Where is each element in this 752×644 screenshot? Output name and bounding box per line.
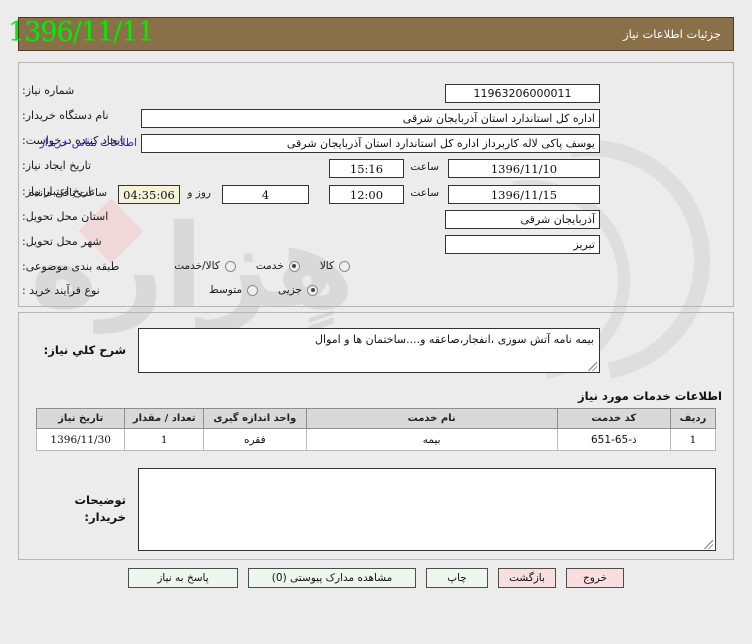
city-value[interactable]: تبریز xyxy=(445,235,600,254)
table-header-row: ردیف کد خدمت نام خدمت واحد اندازه گیری ت… xyxy=(37,409,716,429)
days-and-label: روز و xyxy=(182,187,216,199)
radio-category-kala-khedmat[interactable]: کالا/خدمت xyxy=(174,260,236,272)
field-need-number: شماره نیاز: xyxy=(18,84,136,97)
need-number-label: شماره نیاز: xyxy=(18,84,136,97)
col-code: کد خدمت xyxy=(557,409,670,429)
action-button-bar: خروج بازگشت چاپ مشاهده مدارک پیوستی (0) … xyxy=(0,568,752,588)
need-details-page: هزاره گستران جزئیات اطلاعات نیاز 1396/11… xyxy=(0,0,752,644)
resize-grip-icon[interactable] xyxy=(704,540,713,549)
radio-circle-selected-icon xyxy=(289,261,300,272)
valid-time-value[interactable]: 12:00 xyxy=(329,185,404,204)
created-date-value[interactable]: 1396/11/10 xyxy=(448,159,600,178)
process-type-radio-group: جزیی متوسط xyxy=(189,284,600,296)
countdown-timer: 04:35:06 xyxy=(118,185,180,204)
buyer-notes-label: توضیحات خریدار: xyxy=(75,492,127,527)
cell-index: 1 xyxy=(670,429,715,451)
description-label: شرح کلي نیاز: xyxy=(44,343,126,357)
radio-label-motevaset: متوسط xyxy=(209,284,242,296)
cell-quantity: 1 xyxy=(125,429,204,451)
field-buyer-org: نام دستگاه خریدار: xyxy=(18,109,136,122)
field-process-type: نوع فرآیند خرید : xyxy=(18,284,136,297)
radio-circle-icon xyxy=(339,261,350,272)
created-time-value[interactable]: 15:16 xyxy=(329,159,404,178)
page-title: جزئیات اطلاعات نیاز xyxy=(623,27,721,41)
province-label: استان محل تحویل: xyxy=(18,210,136,223)
description-text: بیمه نامه آتش سوزی ،انفجار،صاعقه و....سا… xyxy=(315,333,594,346)
buyer-notes-label-line2: خریدار: xyxy=(75,509,127,526)
radio-label-jozii: جزیی xyxy=(278,284,302,296)
requester-value[interactable]: یوسف پاکی لاله کاربرداز اداره کل استاندا… xyxy=(141,134,600,153)
services-table: ردیف کد خدمت نام خدمت واحد اندازه گیری ت… xyxy=(36,408,716,451)
radio-process-motevaset[interactable]: متوسط xyxy=(209,284,258,296)
buyer-org-label: نام دستگاه خریدار: xyxy=(18,109,136,122)
answer-need-button[interactable]: پاسخ به نیاز xyxy=(128,568,238,588)
radio-category-khedmat[interactable]: خدمت xyxy=(256,260,300,272)
category-radio-group: کالا خدمت کالا/خدمت xyxy=(154,260,600,272)
col-name: نام خدمت xyxy=(306,409,557,429)
radio-label-kala: کالا xyxy=(320,260,334,272)
col-quantity: تعداد / مقدار xyxy=(125,409,204,429)
back-button[interactable]: بازگشت xyxy=(498,568,556,588)
buyer-org-value[interactable]: اداره کل استاندارد استان آذربایجان شرقی xyxy=(141,109,600,128)
cell-unit: فقره xyxy=(203,429,306,451)
process-type-label: نوع فرآیند خرید : xyxy=(18,284,136,297)
province-value[interactable]: آذربایجان شرقی xyxy=(445,210,600,229)
city-label: شهر محل تحویل: xyxy=(18,235,136,248)
radio-process-jozii[interactable]: جزیی xyxy=(278,284,318,296)
exit-button[interactable]: خروج xyxy=(566,568,624,588)
table-row[interactable]: 1 ذ-65-651 بیمه فقره 1 1396/11/30 xyxy=(37,429,716,451)
cell-code: ذ-65-651 xyxy=(557,429,670,451)
services-table-heading: اطلاعات خدمات مورد نیاز xyxy=(578,389,722,403)
radio-label-khedmat: خدمت xyxy=(256,260,284,272)
buyer-contact-link[interactable]: اطلاعات تماس خریدار xyxy=(40,137,137,149)
field-city: شهر محل تحویل: xyxy=(18,235,136,248)
resize-grip-icon[interactable] xyxy=(588,362,597,371)
category-label: طبقه بندی موضوعی: xyxy=(18,260,136,273)
buyer-notes-label-line1: توضیحات xyxy=(75,492,127,509)
buyer-notes-textarea[interactable] xyxy=(138,468,716,551)
date-overlay-stamp: 1396/11/11 xyxy=(8,17,154,48)
cell-name: بیمه xyxy=(306,429,557,451)
field-category: طبقه بندی موضوعی: xyxy=(18,260,136,273)
created-date-label: تاریخ ایجاد نیاز: xyxy=(18,159,136,172)
radio-category-kala[interactable]: کالا xyxy=(320,260,350,272)
remaining-days-value[interactable]: 4 xyxy=(222,185,309,204)
col-date: تاریخ نیاز xyxy=(37,409,125,429)
cell-need-date: 1396/11/30 xyxy=(37,429,125,451)
radio-circle-icon xyxy=(247,285,258,296)
valid-date-value[interactable]: 1396/11/15 xyxy=(448,185,600,204)
view-documents-button[interactable]: مشاهده مدارک پیوستی (0) xyxy=(248,568,416,588)
created-time-label: ساعت xyxy=(405,161,444,173)
col-index: ردیف xyxy=(670,409,715,429)
radio-circle-selected-icon xyxy=(307,285,318,296)
col-unit: واحد اندازه گیری xyxy=(203,409,306,429)
radio-circle-icon xyxy=(225,261,236,272)
field-province: استان محل تحویل: xyxy=(18,210,136,223)
remaining-hours-label: ساعت باقی مانده xyxy=(24,187,112,199)
print-button[interactable]: چاپ xyxy=(426,568,488,588)
valid-time-label: ساعت xyxy=(405,187,444,199)
description-textarea[interactable]: بیمه نامه آتش سوزی ،انفجار،صاعقه و....سا… xyxy=(138,328,600,373)
field-created-date: تاریخ ایجاد نیاز: xyxy=(18,159,136,172)
radio-label-kala-khedmat: کالا/خدمت xyxy=(174,260,220,272)
need-number-value[interactable]: 11963206000011 xyxy=(445,84,600,103)
